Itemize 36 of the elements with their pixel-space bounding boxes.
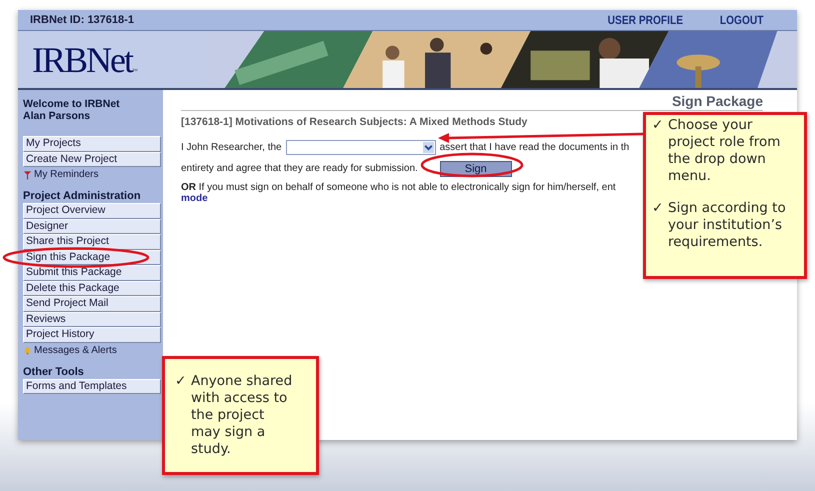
callout-text: Sign according to your institution’s requirements. (668, 200, 787, 251)
check-mark: ✓ (175, 373, 187, 391)
section-heading: Other Tools (23, 366, 85, 378)
page-title: Sign Package (670, 93, 763, 109)
sidebar-item[interactable]: Create New Project (23, 152, 161, 167)
sidebar-item[interactable]: Project Overview (23, 203, 161, 218)
sidebar-link[interactable]: Messages & Alerts (34, 344, 117, 356)
check-mark: ✓ (652, 200, 664, 218)
header-link[interactable]: LOGOUT (720, 13, 764, 27)
role-select[interactable] (286, 140, 436, 155)
mode-link[interactable]: mode (181, 193, 208, 204)
sidebar-item[interactable]: Share this Project (23, 234, 161, 250)
section-heading: Project Administration (23, 190, 142, 202)
sidebar-item[interactable]: Delete this Package (23, 280, 161, 296)
sidebar-item[interactable]: Send Project Mail (23, 296, 161, 312)
caret-icon (422, 142, 434, 153)
statement-text: I John Researcher, the (181, 142, 282, 153)
sidebar-link[interactable]: My Reminders (34, 169, 98, 180)
sidebar-item[interactable]: Forms and Templates (23, 378, 161, 394)
sidebar-item[interactable]: Designer (23, 218, 161, 234)
project-title: [137618-1] Motivations of Research Subjects: A Mixed Methods Study (181, 116, 528, 128)
statement-text: entirety and agree that they are ready for submission. (181, 163, 418, 174)
statement-text: assert that I have read the documents in th (440, 142, 630, 153)
flag-icon (23, 170, 32, 180)
sidebar-item[interactable]: Project History (23, 327, 161, 342)
callout-text: Choose your project role from the drop down menu. (668, 117, 782, 185)
sidebar-item[interactable]: Reviews (23, 312, 161, 327)
instruction-text: OR If you must sign on behalf of someone who is not able to electronically sign for him/herself, ent (181, 182, 617, 193)
user-name: Alan Parsons (23, 110, 92, 122)
welcome-text: Welcome to IRBNet (23, 98, 121, 110)
project-id-label: IRBNet ID: 137618-1 (30, 14, 134, 26)
callout-text: Anyone shared with access to the project may sign a study. (191, 373, 294, 458)
bell-icon (23, 345, 32, 355)
check-mark: ✓ (652, 117, 664, 135)
header-link[interactable]: USER PROFILE (608, 13, 684, 27)
sidebar-item[interactable]: My Projects (23, 136, 161, 152)
